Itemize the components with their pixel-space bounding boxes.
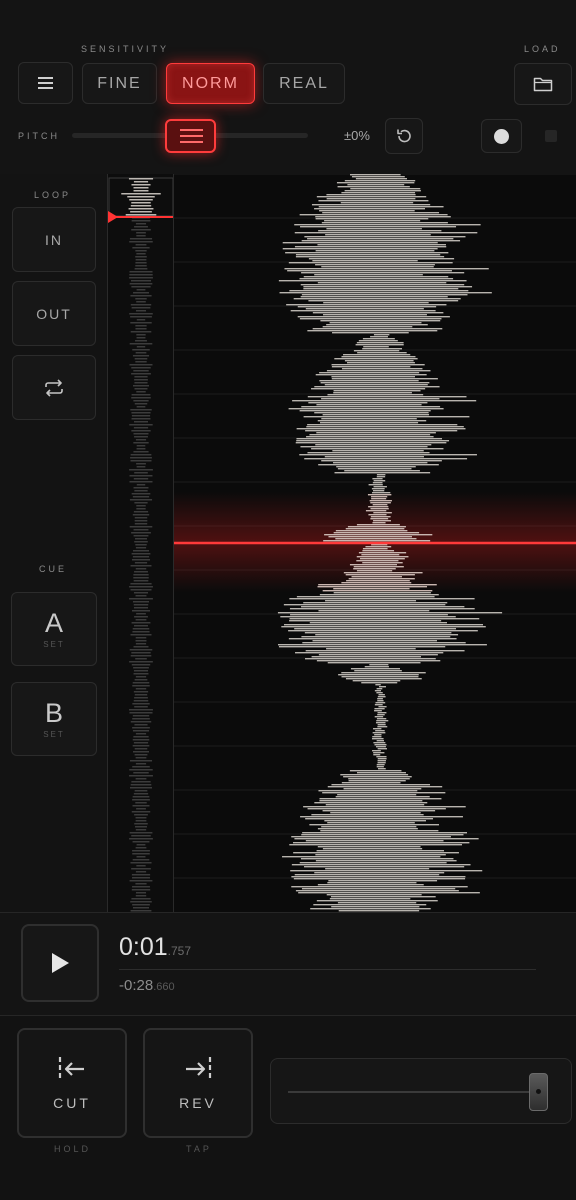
cue-a-button[interactable]: A SET xyxy=(11,592,97,666)
cue-b-letter: B xyxy=(44,698,63,728)
rev-label: REV xyxy=(179,1095,217,1111)
repeat-icon xyxy=(45,378,63,397)
loop-toggle-button[interactable] xyxy=(12,355,96,420)
remaining-time: -0:28.660 xyxy=(119,977,175,995)
progress-divider xyxy=(119,969,536,970)
cue-b-sub: SET xyxy=(43,730,65,739)
mode-fine-button[interactable]: FINE xyxy=(82,63,157,104)
elapsed-time-main: 0:01 xyxy=(119,933,168,961)
waveform-overview-graphic xyxy=(108,177,173,912)
remaining-time-ms: .660 xyxy=(153,981,175,993)
sidebar: LOOP IN OUT CUE A SET B SET xyxy=(0,174,107,912)
play-button[interactable] xyxy=(21,924,99,1002)
record-icon xyxy=(494,128,509,144)
stop-icon xyxy=(545,130,557,142)
crossfader-handle[interactable] xyxy=(529,1073,548,1111)
cut-icon xyxy=(58,1057,84,1081)
stop-button[interactable] xyxy=(545,130,557,142)
elapsed-time-ms: .757 xyxy=(167,944,192,958)
waveform-main[interactable] xyxy=(174,174,576,912)
reset-icon xyxy=(397,129,411,143)
mode-norm-button[interactable]: NORM xyxy=(166,63,255,104)
pitch-value: ±0% xyxy=(344,128,370,143)
rev-button[interactable]: REV xyxy=(143,1028,253,1138)
remaining-time-main: -0:28 xyxy=(119,977,154,994)
elapsed-time: 0:01.757 xyxy=(119,933,191,962)
pitch-reset-button[interactable] xyxy=(385,118,423,154)
rev-icon xyxy=(186,1057,212,1081)
record-button[interactable] xyxy=(481,119,522,153)
cue-a-sub: SET xyxy=(43,640,65,649)
cut-button[interactable]: CUT xyxy=(17,1028,127,1138)
load-folder-button[interactable] xyxy=(514,63,572,105)
bottom-controls: CUT HOLD REV TAP xyxy=(0,1016,576,1200)
load-label: LOAD xyxy=(524,44,561,54)
folder-icon xyxy=(533,77,553,92)
crossfader-track[interactable] xyxy=(288,1091,548,1093)
pitch-slider-handle[interactable] xyxy=(165,119,216,153)
cue-b-button[interactable]: B SET xyxy=(11,682,97,756)
loop-in-button[interactable]: IN xyxy=(12,207,96,272)
play-icon xyxy=(52,953,69,973)
cue-a-letter: A xyxy=(44,608,63,638)
rev-tap-label: TAP xyxy=(186,1144,212,1154)
menu-icon xyxy=(37,77,53,89)
pitch-label: PITCH xyxy=(18,131,60,141)
menu-button[interactable] xyxy=(18,62,73,104)
cut-hold-label: HOLD xyxy=(54,1144,92,1154)
cut-label: CUT xyxy=(53,1095,91,1111)
crossfader-panel xyxy=(270,1058,572,1124)
waveform-main-graphic xyxy=(174,174,576,912)
transport-bar: 0:01.757 -0:28.660 xyxy=(0,912,576,1016)
fader-grip-icon xyxy=(536,1089,541,1094)
cue-label: CUE xyxy=(39,564,68,574)
sensitivity-label: SENSITIVITY xyxy=(81,44,170,54)
mode-real-button[interactable]: REAL xyxy=(263,63,345,104)
loop-label: LOOP xyxy=(34,190,72,200)
waveform-overview[interactable] xyxy=(107,174,174,912)
loop-out-button[interactable]: OUT xyxy=(12,281,96,346)
